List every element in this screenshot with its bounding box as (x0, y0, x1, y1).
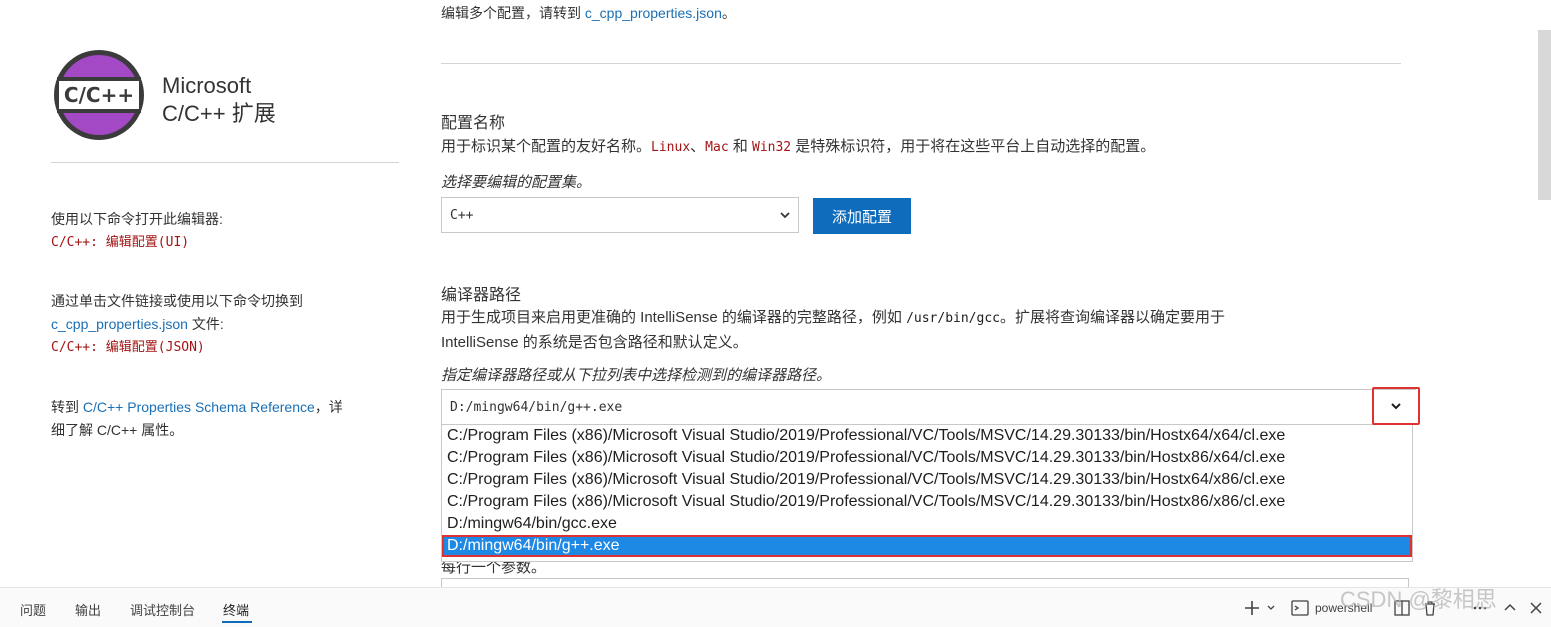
chevron-up-icon[interactable] (1500, 598, 1520, 618)
compiler-dropdown-list: C:/Program Files (x86)/Microsoft Visual … (441, 425, 1413, 562)
compiler-path-title: 编译器路径 (441, 287, 522, 304)
schema-line2: 细了解 C/C++ 属性。 (51, 422, 184, 438)
compiler-desc-suffix: 。扩展将查询编译器以确定要用于 (999, 309, 1225, 326)
schema-reference-link[interactable]: C/C++ Properties Schema Reference (83, 399, 315, 415)
active-tab-indicator (222, 621, 252, 623)
switch-json-suffix: 文件: (187, 316, 224, 332)
switch-json-label: 通过单击文件链接或使用以下命令切换到 (51, 293, 303, 309)
chevron-down-icon[interactable] (1266, 603, 1276, 613)
config-select-value: C++ (450, 207, 474, 223)
compiler-path-input[interactable]: D:/mingw64/bin/g++.exe (441, 389, 1416, 425)
config-set-hint: 选择要编辑的配置集。 (441, 174, 592, 191)
cpp-logo-icon: C/C++ (54, 50, 144, 140)
chevron-down-icon (1391, 403, 1401, 410)
config-name-desc: 用于标识某个配置的友好名称。Linux、Mac 和 Win32 是特殊标识符，用… (441, 135, 1155, 160)
compiler-desc-prefix: 用于生成项目来启用更准确的 IntelliSense 的编译器的完整路径，例如 (441, 309, 907, 326)
schema-info: 转到 C/C++ Properties Schema Reference，详 细… (51, 396, 391, 442)
open-editor-command: C/C++: 编辑配置(UI) (51, 235, 190, 250)
section-divider (441, 63, 1401, 64)
extension-title: Microsoft C/C++ 扩展 (162, 72, 276, 128)
tab-debug-console[interactable]: 调试控制台 (130, 600, 195, 619)
bottom-panel: 问题 输出 调试控制台 终端 powershell (0, 587, 1551, 627)
config-name-title: 配置名称 (441, 115, 506, 132)
c-cpp-properties-link[interactable]: c_cpp_properties.json (51, 316, 188, 332)
compiler-path-hint: 指定编译器路径或从下拉列表中选择检测到的编译器路径。 (441, 367, 832, 384)
compiler-path-desc: 用于生成项目来启用更准确的 IntelliSense 的编译器的完整路径，例如 … (441, 306, 1225, 355)
chevron-down-icon (780, 212, 790, 219)
add-config-button[interactable]: 添加配置 (813, 198, 911, 234)
code-mac: Mac (705, 140, 729, 155)
tab-terminal[interactable]: 终端 (223, 600, 249, 619)
left-divider (51, 162, 399, 163)
config-name-and: 和 (728, 138, 752, 155)
compiler-dropdown-button[interactable] (1372, 387, 1420, 425)
close-icon[interactable] (1526, 598, 1546, 618)
switch-json-info: 通过单击文件链接或使用以下命令切换到 c_cpp_properties.json… (51, 290, 391, 359)
multi-config-prefix: 编辑多个配置，请转到 (441, 5, 585, 21)
config-select[interactable]: C++ (441, 197, 799, 233)
config-name-sep: 、 (690, 138, 706, 155)
schema-prefix: 转到 (51, 399, 83, 415)
logo-text: C/C++ (64, 83, 134, 107)
open-editor-info: 使用以下命令打开此编辑器: C/C++: 编辑配置(UI) (51, 208, 391, 254)
tab-problems[interactable]: 问题 (20, 600, 46, 619)
config-name-desc-suffix: 是特殊标识符，用于将在这些平台上自动选择的配置。 (791, 138, 1156, 155)
terminal-icon (1291, 600, 1309, 616)
schema-suffix: ，详 (314, 399, 343, 415)
code-linux: Linux (651, 140, 691, 155)
extension-title-line2: C/C++ 扩展 (162, 101, 276, 126)
switch-json-command: C/C++: 编辑配置(JSON) (51, 340, 205, 355)
dropdown-option-selected[interactable]: D:/mingw64/bin/g++.exe (442, 535, 1412, 557)
code-win32: Win32 (752, 140, 792, 155)
vertical-scrollbar[interactable] (1538, 30, 1551, 200)
dropdown-option[interactable]: C:/Program Files (x86)/Microsoft Visual … (442, 425, 1412, 447)
compiler-path-value: D:/mingw64/bin/g++.exe (450, 399, 623, 415)
dropdown-option[interactable]: C:/Program Files (x86)/Microsoft Visual … (442, 447, 1412, 469)
config-name-desc-prefix: 用于标识某个配置的友好名称。 (441, 138, 652, 155)
multi-config-link[interactable]: c_cpp_properties.json (585, 5, 722, 21)
dropdown-option[interactable]: C:/Program Files (x86)/Microsoft Visual … (442, 469, 1412, 491)
code-usr-bin-gcc: /usr/bin/gcc (906, 311, 1000, 326)
open-editor-label: 使用以下命令打开此编辑器: (51, 211, 223, 227)
watermark-text: CSDN @黎相思 (1340, 587, 1497, 612)
plus-icon[interactable] (1242, 598, 1262, 618)
multi-config-line: 编辑多个配置，请转到 c_cpp_properties.json。 (441, 1, 736, 25)
compiler-desc-line2: IntelliSense 的系统是否包含路径和默认定义。 (441, 334, 748, 351)
dropdown-option[interactable]: C:/Program Files (x86)/Microsoft Visual … (442, 491, 1412, 513)
multi-config-suffix: 。 (721, 5, 736, 21)
tab-output[interactable]: 输出 (75, 600, 101, 619)
extension-title-line1: Microsoft (162, 73, 252, 98)
dropdown-option[interactable]: D:/mingw64/bin/gcc.exe (442, 513, 1412, 535)
